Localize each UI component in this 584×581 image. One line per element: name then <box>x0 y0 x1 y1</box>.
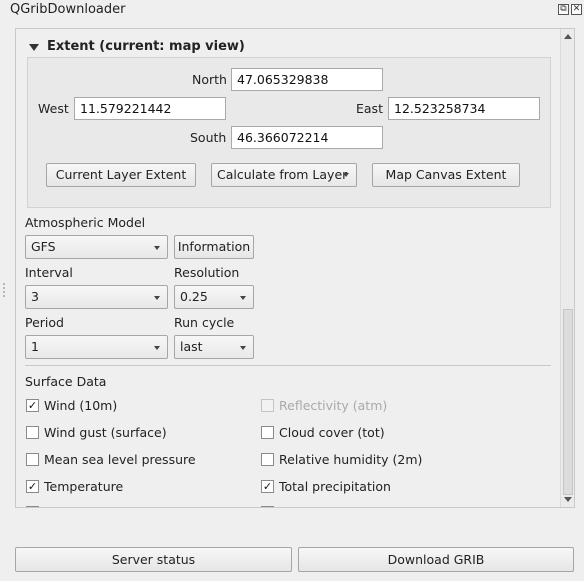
north-label: North <box>192 72 227 87</box>
mslp-label: Mean sea level pressure <box>44 452 196 467</box>
period-value: 1 <box>31 339 39 354</box>
reflectivity-checkbox <box>261 399 274 412</box>
north-input[interactable]: 47.065329838 <box>231 68 383 91</box>
wind-10m-label: Wind (10m) <box>44 398 118 413</box>
vertical-scrollbar[interactable] <box>560 29 574 507</box>
mslp-checkbox[interactable] <box>26 453 39 466</box>
period-select[interactable]: 1 <box>25 335 168 359</box>
wind-10m-checkbox[interactable]: ✓ <box>26 399 39 412</box>
window-title: QGribDownloader <box>10 2 126 17</box>
cloud-cover-label: Cloud cover (tot) <box>279 425 385 440</box>
chevron-down-icon <box>240 346 246 350</box>
south-label: South <box>190 130 227 145</box>
model-select[interactable]: GFS <box>25 235 168 259</box>
resolution-value: 0.25 <box>180 289 208 304</box>
settings-scroll-area: Extent (current: map view) North 47.0653… <box>15 28 575 508</box>
resolution-label: Resolution <box>174 265 240 280</box>
interval-label: Interval <box>25 265 73 280</box>
close-window-icon[interactable]: ✕ <box>571 4 582 15</box>
south-input[interactable]: 46.366072214 <box>231 126 383 149</box>
download-grib-button[interactable]: Download GRIB <box>298 547 574 572</box>
run-cycle-label: Run cycle <box>174 315 235 330</box>
east-label: East <box>356 101 383 116</box>
model-label: Atmospheric Model <box>25 215 146 230</box>
wind-gust-label: Wind gust (surface) <box>44 425 167 440</box>
relative-humidity-label: Relative humidity (2m) <box>279 452 423 467</box>
calculate-from-layer-dropdown[interactable]: Calculate from Layer <box>211 163 357 187</box>
scroll-down-icon[interactable] <box>564 497 572 502</box>
reflectivity-label: Reflectivity (atm) <box>279 398 388 413</box>
chevron-down-icon <box>154 346 160 350</box>
temperature-label: Temperature <box>44 479 124 494</box>
total-precipitation-label: Total precipitation <box>279 479 391 494</box>
run-cycle-value: last <box>180 339 203 354</box>
extent-groupbox: North 47.065329838 West 11.579221442 Eas… <box>27 57 551 208</box>
scroll-up-icon[interactable] <box>564 34 572 39</box>
chevron-down-icon <box>343 173 349 177</box>
wind-gust-checkbox[interactable] <box>26 426 39 439</box>
temperature-checkbox[interactable]: ✓ <box>26 480 39 493</box>
resolution-select[interactable]: 0.25 <box>174 285 254 309</box>
section-divider <box>25 365 551 366</box>
information-button[interactable]: Information <box>174 235 254 259</box>
collapse-triangle-icon[interactable] <box>29 44 39 51</box>
cutoff-checkbox-right[interactable] <box>261 506 274 507</box>
model-value: GFS <box>31 239 56 254</box>
chevron-down-icon <box>154 246 160 250</box>
period-label: Period <box>25 315 64 330</box>
west-label: West <box>38 101 69 116</box>
relative-humidity-checkbox[interactable] <box>261 453 274 466</box>
map-canvas-extent-button[interactable]: Map Canvas Extent <box>372 163 520 187</box>
run-cycle-select[interactable]: last <box>174 335 254 359</box>
surface-data-title: Surface Data <box>25 374 107 389</box>
cloud-cover-checkbox[interactable] <box>261 426 274 439</box>
scrollbar-thumb[interactable] <box>563 309 573 495</box>
interval-value: 3 <box>31 289 39 304</box>
float-window-icon[interactable]: ⧉ <box>558 4 569 15</box>
splitter-handle[interactable] <box>3 283 5 297</box>
east-input[interactable]: 12.523258734 <box>388 97 540 120</box>
chevron-down-icon <box>240 296 246 300</box>
extent-group-title[interactable]: Extent (current: map view) <box>47 39 245 54</box>
current-layer-extent-button[interactable]: Current Layer Extent <box>46 163 196 187</box>
server-status-button[interactable]: Server status <box>15 547 292 572</box>
calculate-from-layer-label: Calculate from Layer <box>217 167 348 182</box>
interval-select[interactable]: 3 <box>25 285 168 309</box>
cutoff-checkbox-left[interactable] <box>26 506 39 507</box>
west-input[interactable]: 11.579221442 <box>74 97 226 120</box>
chevron-down-icon <box>154 296 160 300</box>
total-precipitation-checkbox[interactable]: ✓ <box>261 480 274 493</box>
